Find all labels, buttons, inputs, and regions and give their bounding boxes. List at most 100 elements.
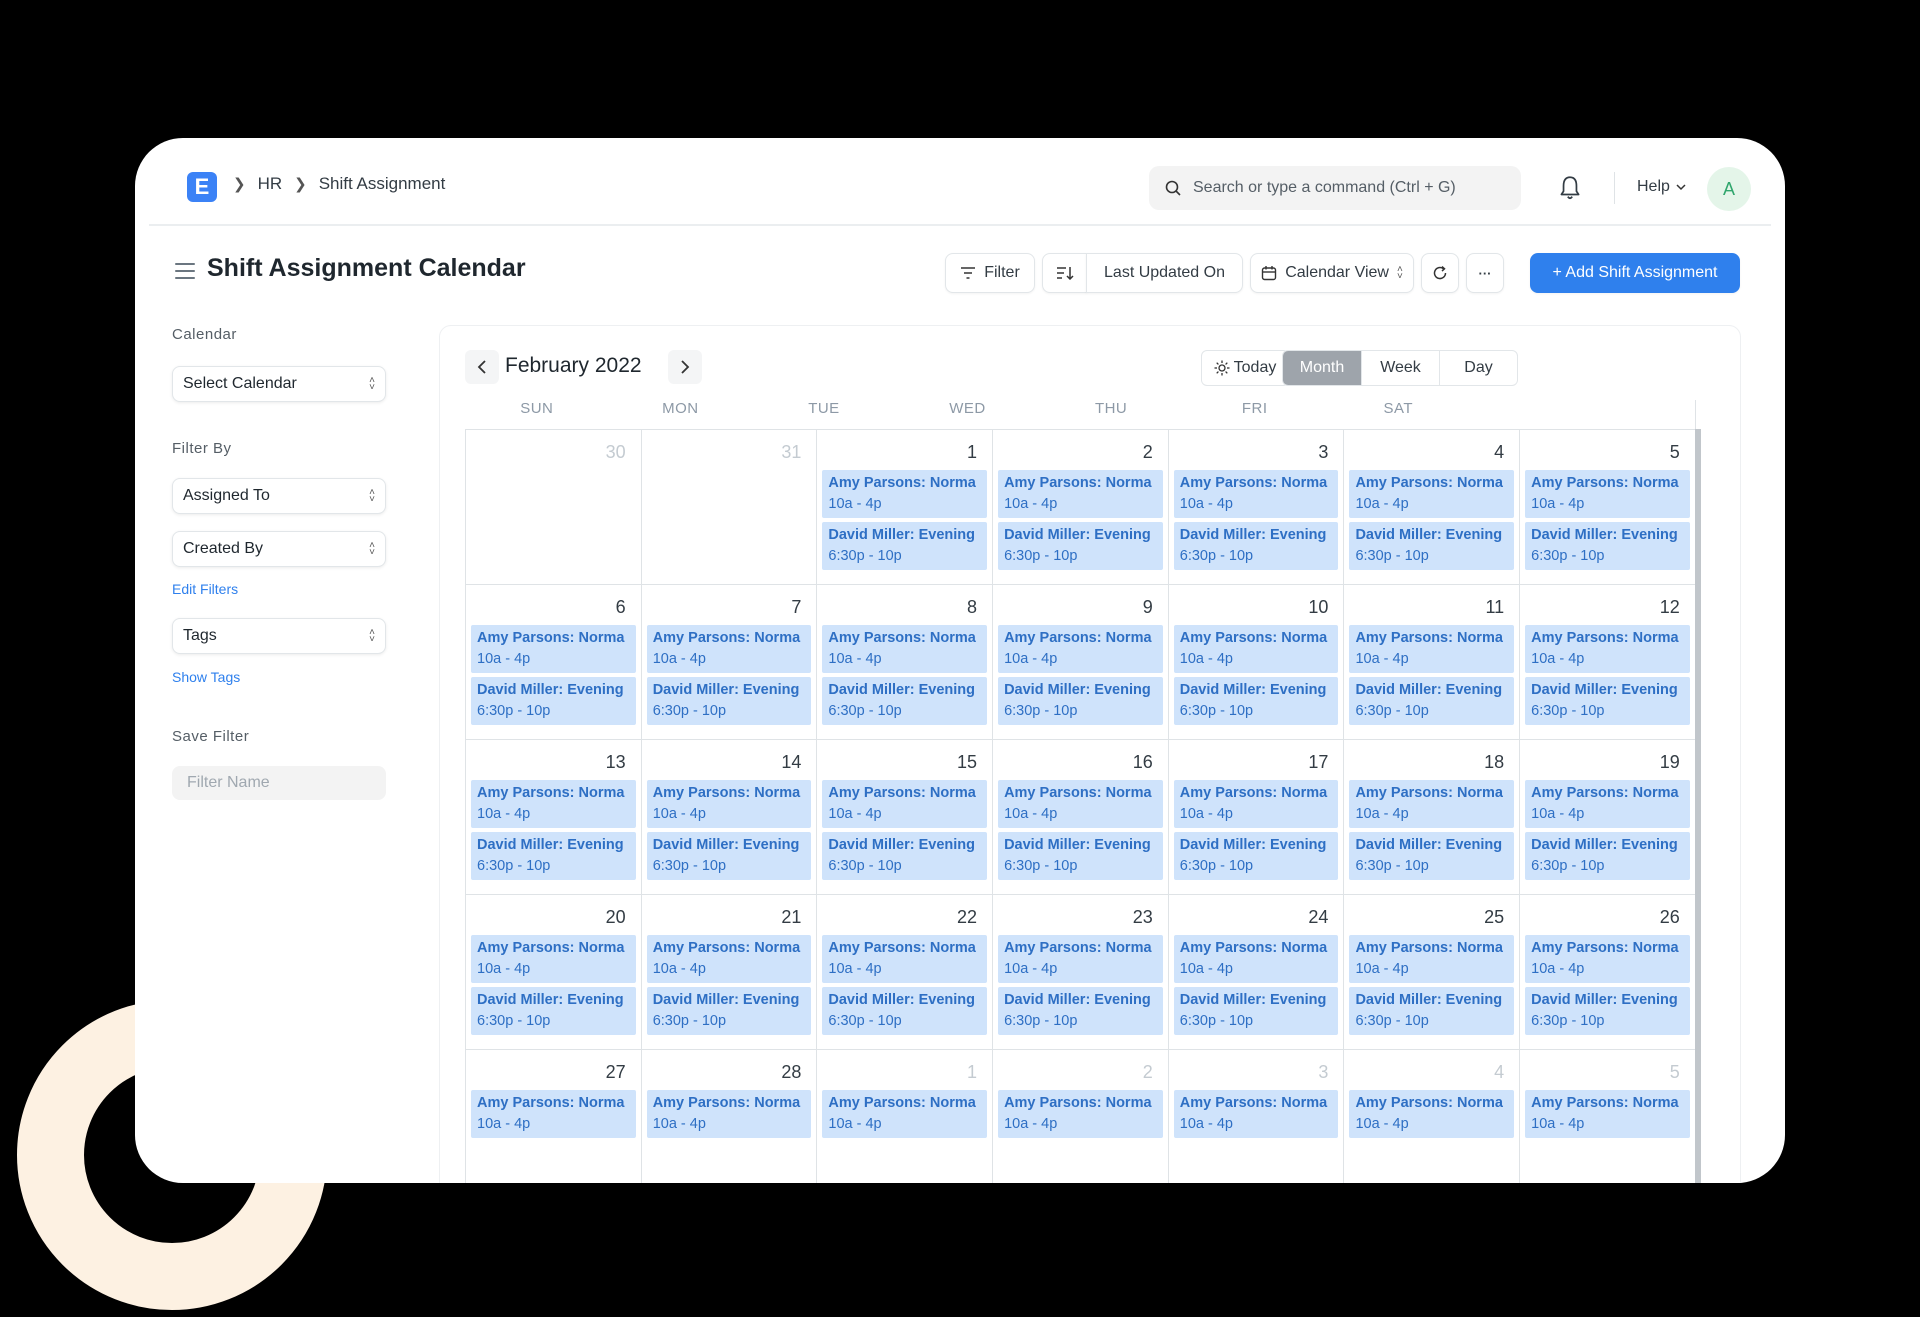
view-switcher-button[interactable]: Calendar View ˄ ˅: [1250, 253, 1414, 293]
shift-event[interactable]: Amy Parsons: Norma 10a - 4p: [998, 470, 1163, 518]
shift-event[interactable]: David Miller: Evening 6:30p - 10p: [822, 987, 988, 1035]
shift-event[interactable]: Amy Parsons: Norma 10a - 4p: [471, 625, 636, 673]
shift-event[interactable]: Amy Parsons: Norma 10a - 4p: [822, 935, 988, 983]
day-cell[interactable]: 1 Amy Parsons: Norma 10a - 4p: [817, 1050, 994, 1183]
day-cell[interactable]: 14 Amy Parsons: Norma 10a - 4p David Miller…: [641, 740, 818, 895]
breadcrumb-shift-assignment[interactable]: Shift Assignment: [319, 174, 446, 194]
shift-event[interactable]: Amy Parsons: Norma 10a - 4p: [646, 935, 812, 983]
shift-event[interactable]: Amy Parsons: Norma 10a - 4p: [1349, 1090, 1515, 1138]
shift-event[interactable]: Amy Parsons: Norma 10a - 4p: [1349, 780, 1515, 828]
shift-event[interactable]: Amy Parsons: Norma 10a - 4p: [1525, 780, 1690, 828]
avatar[interactable]: A: [1707, 167, 1751, 211]
day-cell[interactable]: 4 Amy Parsons: Norma 10a - 4p: [1344, 1050, 1521, 1183]
day-cell[interactable]: 27 Amy Parsons: Norma 10a - 4p: [466, 1050, 642, 1183]
day-cell[interactable]: 10 Amy Parsons: Norma 10a - 4p David Miller…: [1168, 585, 1345, 740]
shift-event[interactable]: Amy Parsons: Norma 10a - 4p: [822, 625, 988, 673]
day-cell[interactable]: 13 Amy Parsons: Norma 10a - 4p David Miller…: [466, 740, 642, 895]
shift-event[interactable]: David Miller: Evening 6:30p - 10p: [822, 677, 988, 725]
shift-event[interactable]: David Miller: Evening 6:30p - 10p: [1525, 987, 1690, 1035]
day-cell[interactable]: 5 Amy Parsons: Norma 10a - 4p David Miller:…: [1520, 430, 1696, 585]
show-tags-link[interactable]: Show Tags: [172, 669, 240, 685]
sort-by-button[interactable]: Last Updated On: [1086, 253, 1243, 293]
day-cell[interactable]: 4 Amy Parsons: Norma 10a - 4p David Miller:…: [1344, 430, 1521, 585]
day-cell[interactable]: 20 Amy Parsons: Norma 10a - 4p David Miller…: [466, 895, 642, 1050]
day-cell[interactable]: 16 Amy Parsons: Norma 10a - 4p David Miller…: [993, 740, 1169, 895]
shift-event[interactable]: Amy Parsons: Norma 10a - 4p: [1349, 625, 1515, 673]
calendar-scrollbar[interactable]: [1695, 429, 1701, 1183]
created-by-dropdown[interactable]: Created By ˄ ˅: [172, 531, 386, 567]
day-cell[interactable]: 12 Amy Parsons: Norma 10a - 4p David Miller…: [1520, 585, 1696, 740]
day-cell[interactable]: 28 Amy Parsons: Norma 10a - 4p: [642, 1050, 818, 1183]
shift-event[interactable]: David Miller: Evening 6:30p - 10p: [1349, 677, 1515, 725]
day-cell[interactable]: 2 Amy Parsons: Norma 10a - 4p David Miller:…: [993, 430, 1169, 585]
shift-event[interactable]: David Miller: Evening 6:30p - 10p: [822, 832, 988, 880]
shift-event[interactable]: David Miller: Evening 6:30p - 10p: [471, 987, 636, 1035]
day-cell[interactable]: 7 Amy Parsons: Norma 10a - 4p David Miller:…: [641, 585, 818, 740]
filter-button[interactable]: Filter: [945, 253, 1035, 293]
today-button[interactable]: Today: [1201, 350, 1289, 386]
view-day-button[interactable]: Day: [1439, 351, 1517, 385]
prev-month-button[interactable]: [465, 350, 499, 384]
shift-event[interactable]: Amy Parsons: Norma 10a - 4p: [646, 625, 812, 673]
shift-event[interactable]: David Miller: Evening 6:30p - 10p: [998, 832, 1163, 880]
shift-event[interactable]: David Miller: Evening 6:30p - 10p: [822, 522, 988, 570]
day-cell[interactable]: 18 Amy Parsons: Norma 10a - 4p David Miller…: [1344, 740, 1521, 895]
shift-event[interactable]: David Miller: Evening 6:30p - 10p: [1525, 522, 1690, 570]
day-cell[interactable]: 1 Amy Parsons: Norma 10a - 4p David Miller:…: [817, 430, 994, 585]
shift-event[interactable]: David Miller: Evening 6:30p - 10p: [646, 677, 812, 725]
shift-event[interactable]: David Miller: Evening 6:30p - 10p: [1173, 987, 1339, 1035]
day-cell[interactable]: 11 Amy Parsons: Norma 10a - 4p David Miller…: [1344, 585, 1521, 740]
day-cell[interactable]: 23 Amy Parsons: Norma 10a - 4p David Miller…: [993, 895, 1169, 1050]
view-month-button[interactable]: Month: [1283, 351, 1361, 385]
shift-event[interactable]: Amy Parsons: Norma 10a - 4p: [471, 780, 636, 828]
add-shift-assignment-button[interactable]: + Add Shift Assignment: [1530, 253, 1740, 293]
day-cell[interactable]: 15 Amy Parsons: Norma 10a - 4p David Miller…: [817, 740, 994, 895]
shift-event[interactable]: David Miller: Evening 6:30p - 10p: [1173, 522, 1339, 570]
day-cell[interactable]: 17 Amy Parsons: Norma 10a - 4p David Miller…: [1168, 740, 1345, 895]
day-cell[interactable]: 24 Amy Parsons: Norma 10a - 4p David Miller…: [1168, 895, 1345, 1050]
view-week-button[interactable]: Week: [1361, 351, 1439, 385]
shift-event[interactable]: Amy Parsons: Norma 10a - 4p: [646, 1090, 812, 1138]
shift-event[interactable]: David Miller: Evening 6:30p - 10p: [998, 522, 1163, 570]
day-cell[interactable]: 3 Amy Parsons: Norma 10a - 4p: [1169, 1050, 1345, 1183]
shift-event[interactable]: Amy Parsons: Norma 10a - 4p: [1349, 935, 1515, 983]
shift-event[interactable]: Amy Parsons: Norma 10a - 4p: [1349, 470, 1515, 518]
shift-event[interactable]: Amy Parsons: Norma 10a - 4p: [1173, 470, 1339, 518]
day-cell[interactable]: 19 Amy Parsons: Norma 10a - 4p David Miller…: [1520, 740, 1696, 895]
shift-event[interactable]: Amy Parsons: Norma 10a - 4p: [998, 935, 1163, 983]
shift-event[interactable]: David Miller: Evening 6:30p - 10p: [998, 677, 1163, 725]
shift-event[interactable]: David Miller: Evening 6:30p - 10p: [1349, 832, 1515, 880]
day-cell[interactable]: 30: [466, 430, 642, 585]
shift-event[interactable]: Amy Parsons: Norma 10a - 4p: [1173, 780, 1339, 828]
day-cell[interactable]: 8 Amy Parsons: Norma 10a - 4p David Miller:…: [817, 585, 994, 740]
shift-event[interactable]: David Miller: Evening 6:30p - 10p: [646, 832, 812, 880]
shift-event[interactable]: David Miller: Evening 6:30p - 10p: [1173, 832, 1339, 880]
day-cell[interactable]: 22 Amy Parsons: Norma 10a - 4p David Miller…: [817, 895, 994, 1050]
assigned-to-dropdown[interactable]: Assigned To ˄ ˅: [172, 478, 386, 514]
day-cell[interactable]: 6 Amy Parsons: Norma 10a - 4p David Miller:…: [466, 585, 642, 740]
menu-toggle-icon[interactable]: [175, 263, 195, 279]
tags-dropdown[interactable]: Tags ˄ ˅: [172, 618, 386, 654]
select-calendar-dropdown[interactable]: Select Calendar ˄ ˅: [172, 366, 386, 402]
shift-event[interactable]: David Miller: Evening 6:30p - 10p: [646, 987, 812, 1035]
app-logo[interactable]: E: [187, 172, 217, 202]
shift-event[interactable]: Amy Parsons: Norma 10a - 4p: [646, 780, 812, 828]
shift-event[interactable]: Amy Parsons: Norma 10a - 4p: [1173, 625, 1339, 673]
shift-event[interactable]: David Miller: Evening 6:30p - 10p: [471, 677, 636, 725]
shift-event[interactable]: Amy Parsons: Norma 10a - 4p: [471, 935, 636, 983]
day-cell[interactable]: 21 Amy Parsons: Norma 10a - 4p David Miller…: [641, 895, 818, 1050]
shift-event[interactable]: David Miller: Evening 6:30p - 10p: [1349, 522, 1515, 570]
shift-event[interactable]: David Miller: Evening 6:30p - 10p: [1173, 677, 1339, 725]
next-month-button[interactable]: [668, 350, 702, 384]
day-cell[interactable]: 25 Amy Parsons: Norma 10a - 4p David Miller…: [1344, 895, 1521, 1050]
help-dropdown[interactable]: Help: [1637, 178, 1686, 196]
day-cell[interactable]: 2 Amy Parsons: Norma 10a - 4p: [993, 1050, 1169, 1183]
day-cell[interactable]: 31: [641, 430, 818, 585]
sort-direction-button[interactable]: [1042, 253, 1087, 293]
shift-event[interactable]: Amy Parsons: Norma 10a - 4p: [1525, 935, 1690, 983]
shift-event[interactable]: Amy Parsons: Norma 10a - 4p: [1173, 935, 1339, 983]
day-cell[interactable]: 26 Amy Parsons: Norma 10a - 4p David Miller…: [1520, 895, 1696, 1050]
shift-event[interactable]: Amy Parsons: Norma 10a - 4p: [998, 780, 1163, 828]
shift-event[interactable]: David Miller: Evening 6:30p - 10p: [1525, 832, 1690, 880]
shift-event[interactable]: Amy Parsons: Norma 10a - 4p: [998, 625, 1163, 673]
